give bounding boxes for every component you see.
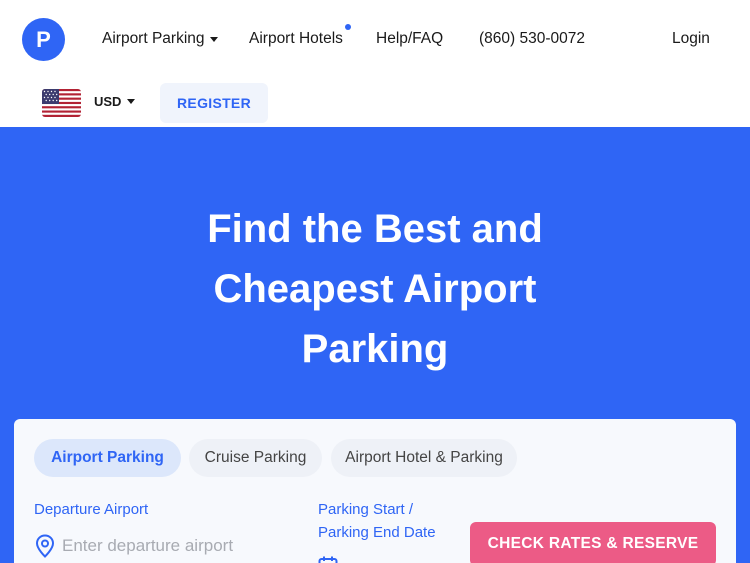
departure-airport-label: Departure Airport <box>34 501 149 518</box>
logo-letter: P <box>36 26 51 52</box>
hero-title: Find the Best and Cheapest Airport Parki… <box>207 207 543 371</box>
caret-down-icon <box>209 36 218 42</box>
currency-label: USD <box>94 94 122 109</box>
nav-phone-link[interactable]: (860) 530-0072 <box>479 30 585 48</box>
register-button[interactable]: REGISTER <box>160 83 268 123</box>
nav-airport-hotels[interactable]: Airport Hotels <box>249 24 351 48</box>
parking-dates-label: Parking Start / Parking End Date <box>318 501 436 541</box>
nav-airport-parking[interactable]: Airport Parking <box>102 30 218 48</box>
tab-airport-parking[interactable]: Airport Parking <box>34 439 181 477</box>
nav-help-faq[interactable]: Help/FAQ <box>376 30 443 48</box>
us-flag-icon[interactable] <box>42 89 81 117</box>
location-pin-icon <box>35 534 55 558</box>
nav-airport-hotels-label: Airport Hotels <box>249 30 343 47</box>
login-link[interactable]: Login <box>672 30 710 48</box>
tab-cruise-parking[interactable]: Cruise Parking <box>189 439 322 477</box>
currency-selector[interactable]: USD <box>94 94 136 109</box>
notification-dot-icon <box>344 24 351 30</box>
check-rates-reserve-button[interactable]: CHECK RATES & RESERVE <box>470 522 716 563</box>
logo[interactable]: P <box>22 18 65 61</box>
nav-airport-parking-label: Airport Parking <box>102 30 205 47</box>
departure-airport-input[interactable] <box>62 532 292 560</box>
caret-down-icon <box>127 99 136 104</box>
calendar-icon <box>318 556 338 563</box>
tab-airport-hotel-parking[interactable]: Airport Hotel & Parking <box>331 439 517 477</box>
